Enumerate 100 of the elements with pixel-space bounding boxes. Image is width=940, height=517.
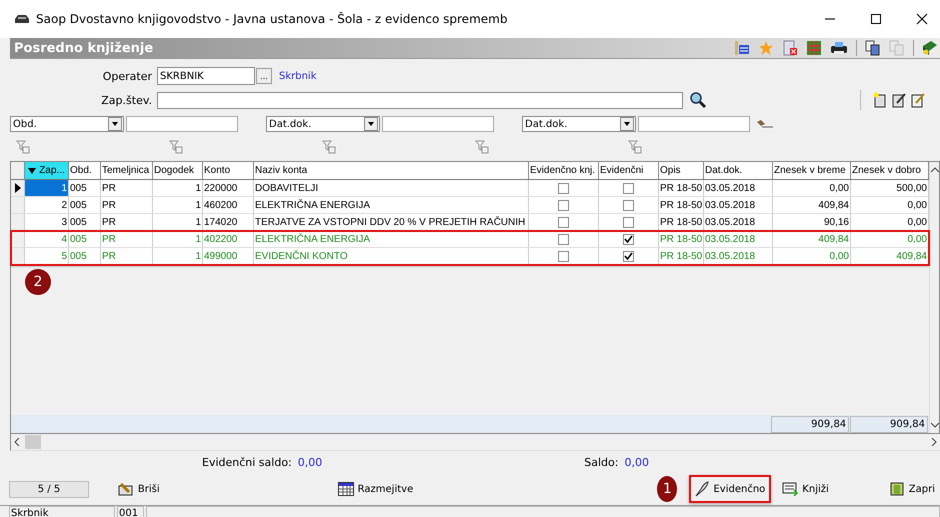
checkbox[interactable] xyxy=(558,250,569,262)
filter-dropdown[interactable]: Dat.dok. xyxy=(266,116,380,132)
table-cell: TERJATVE ZA VSTOPNI DDV 20 % V PREJETIH RAČUNIH xyxy=(254,214,529,230)
checkbox[interactable] xyxy=(623,250,634,262)
filter-input[interactable] xyxy=(126,116,238,132)
pencil-icon xyxy=(118,482,134,496)
checkbox[interactable] xyxy=(558,182,569,194)
column-header[interactable]: Dat.dok. xyxy=(704,162,773,179)
table-row[interactable]: 2 005 PR 1 460200 ELEKTRIČNA ENERGIJA PR 18-50 03.05.2018 409,84 0,00 xyxy=(11,197,929,214)
filter-icon[interactable] xyxy=(169,140,183,154)
door-icon xyxy=(888,482,905,496)
edit-icon[interactable] xyxy=(911,92,925,108)
star-icon[interactable] xyxy=(758,40,774,56)
sort-icon xyxy=(28,168,36,174)
eraser-icon[interactable] xyxy=(756,119,774,129)
table-cell: 03.05.2018 xyxy=(704,197,773,213)
checkbox[interactable] xyxy=(623,182,634,194)
toolbar-button[interactable]: Evidenčno xyxy=(689,475,772,503)
scroll-right-icon[interactable] xyxy=(931,438,937,446)
table-cell: 005 xyxy=(69,197,101,213)
checkbox[interactable] xyxy=(623,200,634,210)
column-header[interactable]: Konto xyxy=(203,162,254,179)
column-header[interactable]: Zap... xyxy=(25,162,69,179)
column-header[interactable]: Opis xyxy=(659,162,704,179)
book-icon xyxy=(782,482,798,496)
table-cell: 90,16 xyxy=(773,214,851,230)
input-field[interactable] xyxy=(157,92,683,108)
table-cell: 460200 xyxy=(203,197,254,213)
column-header[interactable]: Znesek v breme xyxy=(773,162,851,179)
table-cell: 03.05.2018 xyxy=(704,248,773,264)
operator-field[interactable]: SKRBNIK xyxy=(157,67,255,85)
copy-icon[interactable] xyxy=(865,40,881,56)
field-label: Zap.štev. xyxy=(100,94,153,106)
checkbox[interactable] xyxy=(623,234,634,244)
column-header[interactable]: Obd. xyxy=(69,162,101,179)
toolbar-button[interactable]: Briši xyxy=(112,475,165,503)
filter-dropdown[interactable]: Obd. xyxy=(10,116,124,132)
browse-button[interactable]: ... xyxy=(256,68,272,84)
maximize-icon[interactable] xyxy=(870,13,882,25)
table-cell: PR 18-50 xyxy=(659,214,704,230)
table-cell: DOBAVITELJI xyxy=(254,180,529,196)
scroll-down-icon[interactable] xyxy=(930,422,938,428)
checkbox[interactable] xyxy=(558,216,569,228)
filter-icon[interactable] xyxy=(16,140,30,154)
table-cell: 005 xyxy=(69,248,101,264)
table-cell: 1 xyxy=(153,248,203,264)
grid-icon[interactable] xyxy=(806,40,822,56)
table-cell: 005 xyxy=(69,231,101,247)
scroll-up-icon[interactable] xyxy=(930,167,938,173)
table-cell: 1 xyxy=(153,214,203,230)
search-icon[interactable] xyxy=(689,91,707,109)
filter-icon[interactable] xyxy=(628,140,642,154)
checkbox[interactable] xyxy=(623,216,634,228)
filter-dropdown[interactable]: Dat.dok. xyxy=(522,116,636,132)
summary-value: 0,00 xyxy=(624,456,649,468)
column-header[interactable]: Temeljnica xyxy=(101,162,153,179)
column-header[interactable]: Dogodek xyxy=(153,162,203,179)
vertical-scrollbar[interactable] xyxy=(929,162,939,433)
column-header[interactable]: Naziv konta xyxy=(254,162,529,179)
checkbox[interactable] xyxy=(558,234,569,244)
table-cell: PR xyxy=(101,197,153,213)
table-cell: 174020 xyxy=(203,214,254,230)
checkbox[interactable] xyxy=(558,200,569,210)
table-cell: 0,00 xyxy=(773,248,851,264)
table-row[interactable]: 3 005 PR 1 174020 TERJATVE ZA VSTOPNI DDV 20 % V PREJETIH RAČUNIH PR 18-50 03.05.2018 90,16 0,00 xyxy=(11,214,929,231)
table-row[interactable]: 5 005 PR 1 499000 EVIDENČNI KONTO PR 18-50 03.05.2018 0,00 409,84 xyxy=(11,248,929,265)
dropdown-icon xyxy=(364,117,378,131)
table-cell: 402200 xyxy=(203,231,254,247)
printer-icon[interactable] xyxy=(830,40,848,56)
new-document-icon[interactable] xyxy=(873,92,887,108)
book-icon[interactable] xyxy=(922,40,938,56)
toolbar-button[interactable]: Knjiži xyxy=(777,475,834,503)
horizontal-scrollbar[interactable] xyxy=(10,434,940,451)
table-cell: PR xyxy=(101,214,153,230)
window-title: Saop Dvostavno knjigovodstvo - Javna ustanova - Šola - z evidenco sprememb xyxy=(36,12,508,26)
table-cell: 0,00 xyxy=(773,180,851,196)
filter-icon[interactable] xyxy=(322,140,336,154)
row-indicator[interactable] xyxy=(11,180,25,196)
step-badge: 1 xyxy=(657,476,678,502)
close-icon[interactable] xyxy=(916,13,928,25)
table-row[interactable]: 1 005 PR 1 220000 DOBAVITELJI PR 18-50 03.05.2018 0,00 500,00 xyxy=(11,180,929,197)
feather-icon xyxy=(695,481,710,497)
summary-value: 0,00 xyxy=(298,456,322,468)
scroll-thumb[interactable] xyxy=(25,435,41,449)
table-cell: 220000 xyxy=(203,180,254,196)
filter-input[interactable] xyxy=(382,116,494,132)
table-row[interactable]: 4 005 PR 1 402200 ELEKTRIČNA ENERGIJA PR 18-50 03.05.2018 409,84 0,00 xyxy=(11,231,929,248)
status-field: Skrbnik xyxy=(9,506,115,517)
column-header[interactable]: Evidenčni xyxy=(599,162,659,179)
toolbar-button[interactable]: Zapri xyxy=(884,475,940,503)
scroll-left-icon[interactable] xyxy=(14,438,20,446)
table-cell: 0,00 xyxy=(851,231,929,247)
edit-icon[interactable] xyxy=(892,92,906,108)
filter-icon[interactable] xyxy=(475,140,489,154)
filter-input[interactable] xyxy=(638,116,750,132)
delete-document-icon[interactable] xyxy=(782,40,798,56)
toolbar-button[interactable]: Razmejitve xyxy=(332,475,418,503)
column-header[interactable]: Evidenčno knj. xyxy=(529,162,599,179)
table-cell: 03.05.2018 xyxy=(704,180,773,196)
list-icon[interactable] xyxy=(734,40,750,56)
